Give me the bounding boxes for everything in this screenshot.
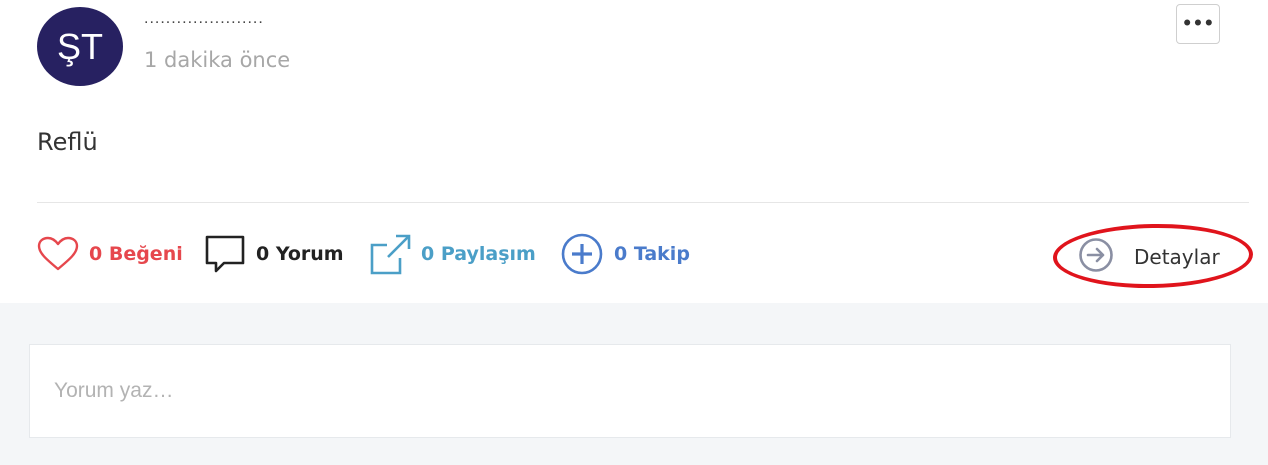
- share-button[interactable]: 0 Paylaşım: [369, 228, 536, 280]
- follow-count: 0 Takip: [614, 243, 690, 265]
- like-button[interactable]: 0 Beğeni: [37, 228, 183, 280]
- plus-circle-icon: [560, 232, 604, 276]
- post-timestamp: 1 dakika önce: [144, 48, 291, 72]
- details-link[interactable]: Detaylar: [1078, 237, 1220, 278]
- arrow-right-circle-icon: [1078, 237, 1114, 278]
- share-count: 0 Paylaşım: [421, 243, 536, 265]
- heart-icon: [37, 236, 79, 272]
- comment-count: 0 Yorum: [256, 243, 344, 265]
- more-options-button[interactable]: •••: [1176, 4, 1220, 44]
- comment-button[interactable]: 0 Yorum: [204, 228, 344, 280]
- post-card: ŞT ...................... 1 dakika önce …: [0, 0, 1268, 303]
- divider: [37, 202, 1249, 203]
- username[interactable]: ......................: [144, 10, 264, 28]
- follow-button[interactable]: 0 Takip: [560, 228, 690, 280]
- post-content: Reflü: [37, 128, 98, 156]
- speech-bubble-icon: [204, 233, 246, 275]
- comment-section: [0, 303, 1268, 465]
- like-count: 0 Beğeni: [89, 243, 183, 265]
- comment-input[interactable]: [29, 344, 1231, 438]
- external-link-icon: [369, 233, 411, 275]
- ellipsis-icon: •••: [1181, 13, 1215, 34]
- details-label: Detaylar: [1134, 245, 1220, 269]
- avatar[interactable]: ŞT: [37, 7, 123, 86]
